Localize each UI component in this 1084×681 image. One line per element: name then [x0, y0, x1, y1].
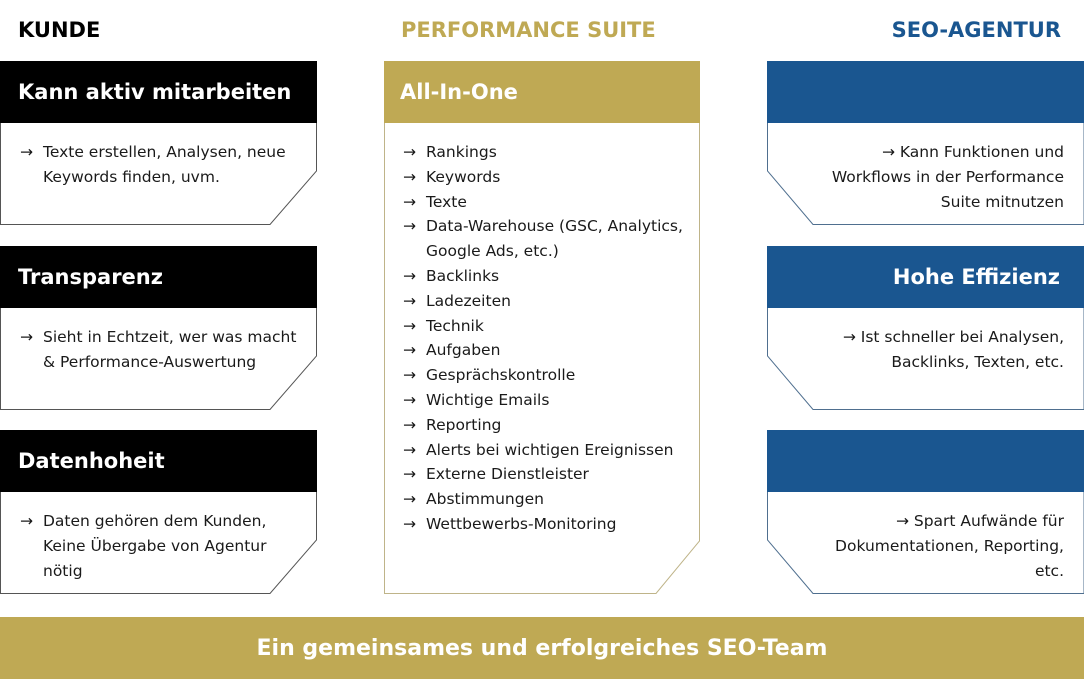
card-heading	[767, 430, 1084, 492]
feature-list-item: → Gesprächskontrolle	[403, 363, 690, 388]
footer-text: Ein gemeinsames und erfolgreiches SEO-Te…	[256, 635, 828, 661]
feature-list-item: → Reporting	[403, 413, 690, 438]
feature-list-item: → Alerts bei wichtigen Ereignissen	[403, 438, 690, 463]
arrow-right-icon: →	[403, 341, 416, 360]
feature-list-item: → Texte	[403, 190, 690, 215]
agentur-card-1: → Kann Funktionen und Workflows in der P…	[767, 61, 1084, 225]
feature-label: Gesprächskontrolle	[426, 366, 576, 385]
feature-list-item: → Abstimmungen	[403, 487, 690, 512]
card-text: → Kann Funktionen und Workflows in der P…	[831, 143, 1064, 211]
footer-banner: Ein gemeinsames und erfolgreiches SEO-Te…	[0, 617, 1084, 679]
column-title-kunde: KUNDE	[18, 18, 101, 42]
card-text: → Ist schneller bei Analysen, Backlinks,…	[842, 328, 1064, 371]
card-heading: Datenhoheit	[18, 449, 165, 473]
list-item: → Daten gehören dem Kunden, Keine Überga…	[20, 509, 303, 583]
kunde-card-2: Transparenz → Sieht in Echtzeit, wer was…	[0, 246, 317, 410]
feature-label: Texte	[426, 192, 467, 211]
arrow-right-icon: →	[403, 291, 416, 310]
arrow-right-icon: →	[403, 266, 416, 285]
suite-card: All-In-One → Rankings → Keywords → Texte → Data…	[384, 61, 700, 594]
list-item: → Texte erstellen, Analysen, neue Keywor…	[20, 140, 303, 190]
arrow-right-icon: →	[403, 514, 416, 533]
feature-label: Wettbewerbs-Monitoring	[426, 514, 617, 533]
arrow-right-icon: →	[403, 217, 416, 236]
card-text: Daten gehören dem Kunden, Keine Übergabe…	[43, 512, 267, 580]
feature-label: Reporting	[426, 415, 502, 434]
card-body: → Sieht in Echtzeit, wer was macht & Per…	[0, 308, 317, 375]
arrow-right-icon: →	[20, 512, 33, 530]
feature-label: Rankings	[426, 143, 497, 161]
card-text: Texte erstellen, Analysen, neue Keywords…	[43, 143, 286, 186]
feature-label: Technik	[426, 316, 484, 335]
kunde-card-1: Kann aktiv mitarbeiten → Texte erstellen…	[0, 61, 317, 225]
feature-label: Aufgaben	[426, 341, 501, 360]
feature-list-item: → Backlinks	[403, 264, 690, 289]
card-heading	[767, 61, 1084, 123]
card-heading: Kann aktiv mitarbeiten	[18, 80, 292, 104]
card-body: → Daten gehören dem Kunden, Keine Überga…	[0, 492, 317, 583]
column-title-performance-suite: PERFORMANCE SUITE	[401, 18, 656, 42]
feature-label: Externe Dienstleister	[426, 465, 589, 484]
arrow-right-icon: →	[403, 192, 416, 211]
kunde-card-3: Datenhoheit → Daten gehören dem Kunden, …	[0, 430, 317, 594]
card-body: → Texte erstellen, Analysen, neue Keywor…	[0, 123, 317, 190]
arrow-right-icon: →	[403, 490, 416, 509]
card-text: Sieht in Echtzeit, wer was macht & Perfo…	[43, 328, 297, 371]
arrow-right-icon: →	[403, 143, 416, 161]
list-item: → Sieht in Echtzeit, wer was macht & Per…	[20, 325, 303, 375]
arrow-right-icon: →	[403, 390, 416, 409]
card-text: → Spart Aufwände für Dokumentationen, Re…	[835, 512, 1064, 580]
feature-list-item: → Externe Dienstleister	[403, 462, 690, 487]
feature-list-item: → Ladezeiten	[403, 289, 690, 314]
feature-label: Backlinks	[426, 266, 500, 285]
feature-label: Data-Warehouse (GSC, Analytics, Google A…	[426, 217, 683, 261]
feature-list-item: → Wichtige Emails	[403, 388, 690, 413]
agentur-card-3: → Spart Aufwände für Dokumentationen, Re…	[767, 430, 1084, 594]
arrow-right-icon: →	[403, 465, 416, 484]
feature-label: Keywords	[426, 167, 501, 186]
feature-label: Abstimmungen	[426, 490, 544, 509]
arrow-right-icon: →	[403, 415, 416, 434]
arrow-right-icon: →	[403, 316, 416, 335]
feature-list-item: → Aufgaben	[403, 338, 690, 363]
feature-list-item: → Technik	[403, 314, 690, 339]
feature-label: Ladezeiten	[426, 291, 511, 310]
agentur-card-2: Hohe Effizienz → Ist schneller bei Analy…	[767, 246, 1084, 410]
feature-list-item: → Keywords	[403, 165, 690, 190]
card-heading: Hohe Effizienz	[892, 265, 1060, 289]
feature-label: Alerts bei wichtigen Ereignissen	[426, 440, 674, 459]
arrow-right-icon: →	[403, 167, 416, 186]
column-title-seo-agentur: SEO-AGENTUR	[891, 18, 1061, 42]
arrow-right-icon: →	[20, 143, 33, 161]
card-heading: All-In-One	[400, 80, 518, 104]
feature-list: → Rankings → Keywords → Texte → Data-Warehouse …	[384, 123, 700, 537]
arrow-right-icon: →	[403, 366, 416, 385]
arrow-right-icon: →	[403, 440, 416, 459]
feature-list-item: → Rankings	[403, 140, 690, 165]
card-heading: Transparenz	[18, 265, 163, 289]
arrow-right-icon: →	[20, 328, 33, 346]
feature-label: Wichtige Emails	[426, 390, 550, 409]
feature-list-item: → Data-Warehouse (GSC, Analytics, Google …	[403, 214, 690, 264]
feature-list-item: → Wettbewerbs-Monitoring	[403, 512, 690, 537]
